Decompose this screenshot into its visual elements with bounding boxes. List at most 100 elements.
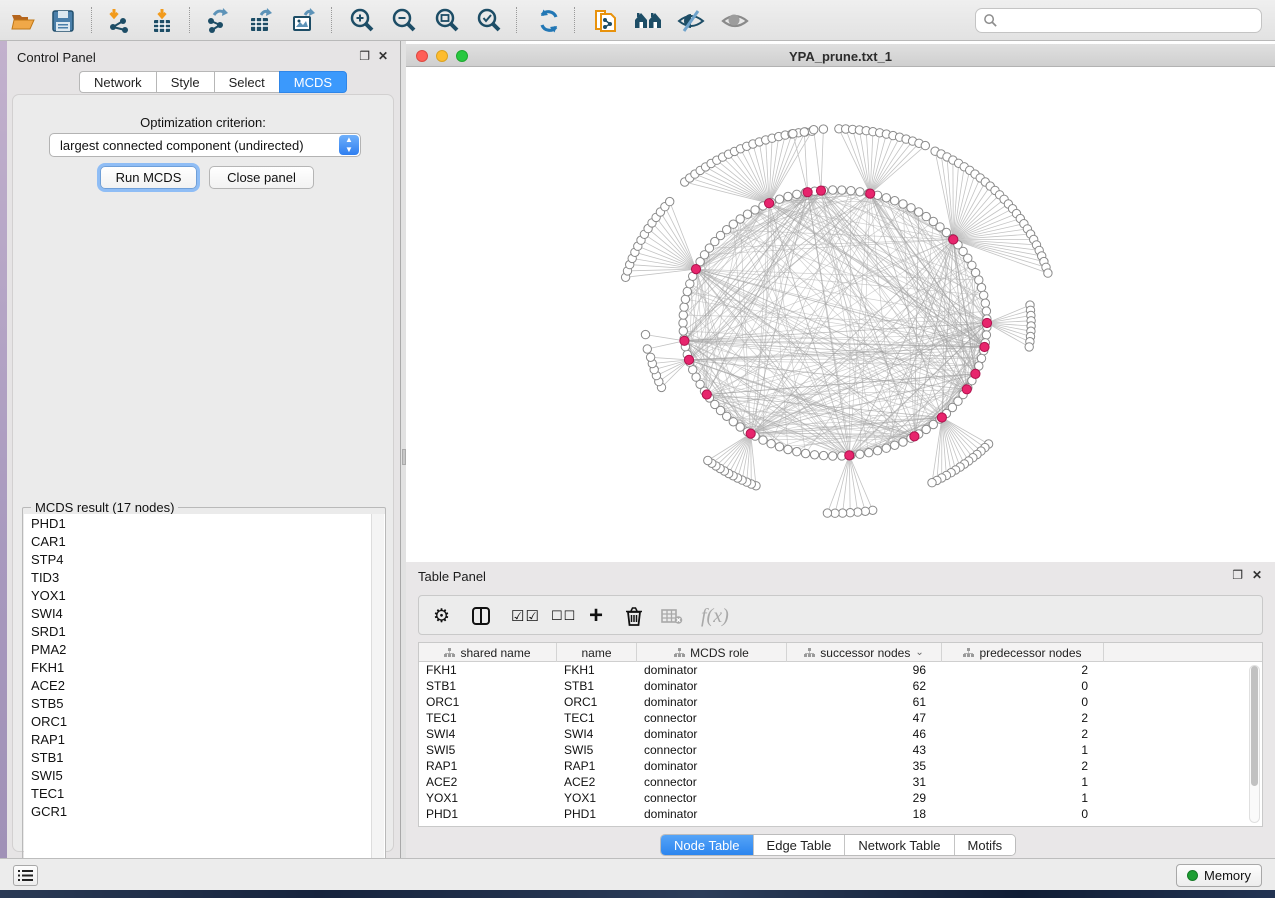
table-row[interactable]: SWI4SWI4dominator462 — [419, 726, 1262, 742]
tab-network[interactable]: Network — [79, 71, 156, 93]
mcds-result-item[interactable]: STB1 — [24, 748, 385, 766]
import-table-icon[interactable] — [147, 6, 177, 36]
cell-MCDS-role: dominator — [637, 678, 787, 694]
task-history-button[interactable] — [13, 865, 38, 886]
mcds-result-item[interactable]: SRD1 — [24, 622, 385, 640]
cell-successor-nodes: 62 — [787, 678, 942, 694]
mcds-result-item[interactable]: PHD1 — [24, 514, 385, 532]
table-row[interactable]: STB1STB1dominator620 — [419, 678, 1262, 694]
settings-gear-icon[interactable]: ⚙ — [433, 603, 450, 629]
node-table[interactable]: shared name name MCDS role successor nodes⌄… — [418, 642, 1263, 827]
hide-selected-eye-icon[interactable] — [676, 6, 706, 36]
table-row[interactable]: YOX1YOX1connector291 — [419, 790, 1262, 806]
zoom-selected-icon[interactable] — [474, 6, 504, 36]
column-header-predecessor-nodes[interactable]: predecessor nodes — [942, 643, 1104, 662]
cell-successor-nodes: 29 — [787, 790, 942, 806]
mcds-result-item[interactable]: CAR1 — [24, 532, 385, 550]
column-label: name — [581, 646, 611, 660]
tab-mcds[interactable]: MCDS — [279, 71, 347, 93]
binoculars-icon[interactable] — [633, 6, 663, 36]
close-panel-button[interactable]: Close panel — [209, 166, 314, 189]
table-row[interactable]: SWI5SWI5connector431 — [419, 742, 1262, 758]
float-panel-icon[interactable]: ❐ — [359, 50, 370, 62]
cell-predecessor-nodes: 2 — [942, 710, 1104, 726]
mcds-hub-node — [937, 413, 946, 422]
zoom-fit-icon[interactable] — [432, 6, 462, 36]
function-builder-icon: f(x) — [701, 603, 729, 629]
mcds-result-item[interactable]: STB5 — [24, 694, 385, 712]
export-network-icon[interactable] — [203, 6, 233, 36]
mcds-hub-node — [816, 186, 825, 195]
column-visibility-icon[interactable] — [471, 603, 491, 629]
mcds-result-item[interactable]: FKH1 — [24, 658, 385, 676]
mcds-result-list[interactable]: PHD1CAR1STP4TID3YOX1SWI4SRD1PMA2FKH1ACE2… — [24, 514, 385, 874]
zoom-in-icon[interactable] — [347, 6, 377, 36]
table-toolbar: ⚙ ☑☑ ☐☐ + f(x) — [418, 595, 1263, 635]
memory-button[interactable]: Memory — [1176, 864, 1262, 887]
clone-network-icon[interactable] — [590, 6, 620, 36]
cell-name: TEC1 — [557, 710, 637, 726]
tab-node-table[interactable]: Node Table — [661, 835, 754, 855]
column-header-shared-name[interactable]: shared name — [419, 643, 557, 662]
float-table-panel-icon[interactable]: ❐ — [1232, 569, 1243, 581]
search-input[interactable] — [975, 8, 1262, 33]
table-row[interactable]: ACE2ACE2connector311 — [419, 774, 1262, 790]
column-header-successor-nodes[interactable]: successor nodes⌄ — [787, 643, 942, 662]
mcds-result-item[interactable]: TID3 — [24, 568, 385, 586]
mcds-hub-node — [684, 355, 693, 364]
column-header-name[interactable]: name — [557, 643, 637, 662]
show-all-eye-icon[interactable] — [720, 6, 750, 36]
mcds-result-item[interactable]: STP4 — [24, 550, 385, 568]
add-column-icon[interactable]: + — [589, 603, 603, 629]
export-table-icon[interactable] — [246, 6, 276, 36]
table-scrollbar-thumb[interactable] — [1251, 666, 1258, 786]
table-scrollbar[interactable] — [1249, 665, 1260, 823]
cell-MCDS-role: connector — [637, 710, 787, 726]
deselect-all-icon[interactable]: ☐☐ — [551, 603, 576, 629]
close-table-panel-icon[interactable]: ✕ — [1252, 569, 1262, 581]
refresh-icon[interactable] — [534, 6, 564, 36]
cell-shared-name: TEC1 — [419, 710, 557, 726]
tab-network-table[interactable]: Network Table — [845, 835, 954, 855]
table-row[interactable]: ORC1ORC1dominator610 — [419, 694, 1262, 710]
select-all-icon[interactable]: ☑☑ — [511, 603, 540, 629]
export-image-icon[interactable] — [289, 6, 319, 36]
mcds-hub-node — [845, 451, 854, 460]
import-network-icon[interactable] — [104, 6, 134, 36]
mcds-result-item[interactable]: TEC1 — [24, 784, 385, 802]
run-mcds-button[interactable]: Run MCDS — [100, 166, 197, 189]
mcds-hub-node — [980, 342, 989, 351]
delete-column-icon[interactable] — [625, 603, 643, 629]
tab-style[interactable]: Style — [156, 71, 214, 93]
save-session-icon[interactable] — [48, 6, 78, 36]
mcds-result-item[interactable]: SWI4 — [24, 604, 385, 622]
column-label: MCDS role — [690, 646, 749, 660]
mcds-result-item[interactable]: GCR1 — [24, 802, 385, 820]
tab-select[interactable]: Select — [214, 71, 279, 93]
column-header-MCDS-role[interactable]: MCDS role — [637, 643, 787, 662]
network-graph-canvas[interactable] — [406, 67, 1275, 562]
close-panel-icon[interactable]: ✕ — [378, 50, 388, 62]
mcds-hub-node — [765, 199, 774, 208]
table-row[interactable]: TEC1TEC1connector472 — [419, 710, 1262, 726]
optimization-criterion-select[interactable]: largest connected component (undirected)… — [49, 133, 361, 157]
mcds-result-item[interactable]: SWI5 — [24, 766, 385, 784]
table-row[interactable]: FKH1FKH1dominator962 — [419, 662, 1262, 678]
tab-edge-table[interactable]: Edge Table — [754, 835, 846, 855]
cell-successor-nodes: 35 — [787, 758, 942, 774]
mcds-list-scrollbar[interactable] — [371, 514, 384, 874]
network-window-titlebar[interactable]: YPA_prune.txt_1 — [406, 44, 1275, 67]
tab-motifs[interactable]: Motifs — [955, 835, 1016, 855]
mcds-result-item[interactable]: PMA2 — [24, 640, 385, 658]
mcds-result-item[interactable]: ORC1 — [24, 712, 385, 730]
table-row[interactable]: RAP1RAP1dominator352 — [419, 758, 1262, 774]
mcds-result-item[interactable]: RAP1 — [24, 730, 385, 748]
table-row[interactable]: PHD1PHD1dominator180 — [419, 806, 1262, 822]
column-type-icon — [963, 648, 974, 658]
zoom-out-icon[interactable] — [389, 6, 419, 36]
mcds-result-item[interactable]: YOX1 — [24, 586, 385, 604]
open-file-icon[interactable] — [8, 6, 38, 36]
cell-name: SWI4 — [557, 726, 637, 742]
cell-MCDS-role: dominator — [637, 806, 787, 822]
mcds-result-item[interactable]: ACE2 — [24, 676, 385, 694]
